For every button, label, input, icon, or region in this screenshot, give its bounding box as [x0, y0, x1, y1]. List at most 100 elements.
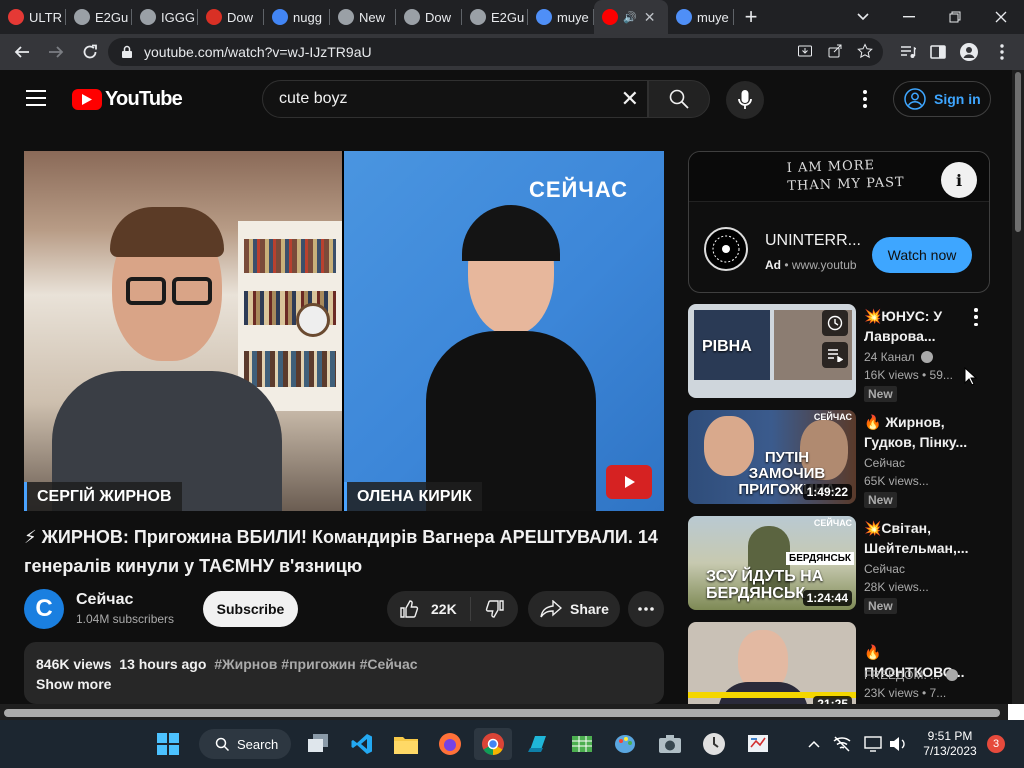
related-channel[interactable]: Сейчас: [864, 456, 905, 470]
related-title[interactable]: 💥Світан, Шейтельман,...: [864, 518, 969, 558]
minimize-button[interactable]: [886, 0, 932, 34]
video-player[interactable]: СЕРГІЙ ЖИРНОВ СЕЙЧАС ОЛЕНА КИРИК: [24, 151, 664, 511]
thumbnail-tag: БЕРДЯНСЬК: [786, 552, 854, 565]
reload-button[interactable]: [74, 36, 106, 68]
more-actions-button[interactable]: [628, 591, 664, 627]
browser-tab[interactable]: muye: [668, 0, 734, 34]
firefox-icon[interactable]: [434, 728, 466, 760]
related-video[interactable]: ПУТІН ЗАМОЧИВ ПРИГОЖИНА СЕЙЧАС 1:49:22 🔥…: [688, 410, 988, 508]
related-video[interactable]: 21:25 🔥 ПИОНТКОВС... FREEДOM. ... 23K vi…: [688, 622, 988, 704]
task-view-icon[interactable]: [302, 728, 334, 760]
share-page-icon[interactable]: [827, 43, 843, 59]
voice-search-button[interactable]: [726, 81, 764, 119]
search-button[interactable]: [648, 80, 710, 118]
subscribe-button[interactable]: Subscribe: [203, 591, 298, 627]
vertical-scrollbar[interactable]: [1012, 70, 1024, 704]
show-more-button[interactable]: Show more: [36, 674, 652, 694]
browser-tab[interactable]: ULTR: [0, 0, 66, 34]
install-icon[interactable]: [797, 43, 813, 59]
related-thumbnail[interactable]: РІВНА: [688, 304, 856, 398]
related-title[interactable]: 🔥 Жирнов, Гудков, Пінку...: [864, 412, 968, 452]
volume-icon[interactable]: [882, 728, 914, 760]
related-video[interactable]: БЕРДЯНСЬК ЗСУ ЙДУТЬ НА БЕРДЯНСЬК СЕЙЧАС …: [688, 516, 988, 614]
hashtags[interactable]: #Жирнов #пригожин #Сейчас: [214, 656, 417, 672]
browser-tab[interactable]: E2Gu: [66, 0, 132, 34]
camera-icon[interactable]: [654, 728, 686, 760]
chrome-icon[interactable]: [474, 728, 512, 760]
close-window-button[interactable]: [978, 0, 1024, 34]
chrome-menu-icon[interactable]: [986, 36, 1018, 68]
forward-button[interactable]: [40, 36, 72, 68]
globe-icon: [74, 9, 90, 25]
bookmark-star-icon[interactable]: [857, 43, 873, 59]
audio-playing-icon[interactable]: 🔊: [623, 11, 637, 24]
dislike-button[interactable]: [471, 599, 518, 619]
browser-tab[interactable]: New: [330, 0, 396, 34]
related-menu-icon[interactable]: [972, 308, 980, 326]
ad-info-icon[interactable]: i: [941, 162, 977, 198]
app-icon[interactable]: [522, 728, 554, 760]
related-video[interactable]: РІВНА 💥ЮНУС: У Лаврова... 24 Канал 16K v…: [688, 304, 988, 402]
search-input[interactable]: cute boyz ✕: [262, 80, 648, 118]
horizontal-scrollbar[interactable]: [0, 704, 1012, 720]
browser-tab[interactable]: 🔊 ✕: [594, 0, 668, 34]
tab-label: muye: [557, 9, 589, 25]
advertiser-name[interactable]: UNINTERR...: [765, 232, 861, 250]
browser-tab[interactable]: E2Gu: [462, 0, 528, 34]
add-to-queue-icon[interactable]: [822, 342, 848, 368]
video-left-panel: СЕРГІЙ ЖИРНОВ: [24, 151, 342, 511]
restore-button[interactable]: [932, 0, 978, 34]
clear-search-icon[interactable]: ✕: [621, 88, 639, 110]
watch-now-button[interactable]: Watch now: [872, 237, 972, 273]
related-title[interactable]: 💥ЮНУС: У Лаврова...: [864, 306, 968, 346]
description-box[interactable]: 846K views 13 hours ago #Жирнов #пригожи…: [24, 642, 664, 704]
close-tab-icon[interactable]: ✕: [644, 9, 656, 26]
lock-icon[interactable]: [120, 45, 134, 59]
browser-tab[interactable]: IGGG: [132, 0, 198, 34]
related-thumbnail[interactable]: 21:25: [688, 622, 856, 704]
horizontal-scroll-thumb[interactable]: [4, 709, 1000, 717]
advertiser-logo[interactable]: [704, 227, 748, 271]
share-icon: [540, 600, 562, 618]
settings-kebab-icon[interactable]: [855, 88, 875, 110]
related-channel[interactable]: FREEДOM. ...: [864, 668, 959, 682]
sign-in-button[interactable]: Sign in: [893, 81, 991, 117]
menu-icon[interactable]: [26, 90, 46, 106]
taskbar-search[interactable]: Search: [199, 729, 291, 759]
side-panel-icon[interactable]: [922, 36, 954, 68]
network-status-icon[interactable]: [826, 728, 858, 760]
channel-name[interactable]: Сейчас: [76, 591, 133, 609]
share-button[interactable]: Share: [528, 591, 620, 627]
youtube-logo[interactable]: YouTube: [72, 88, 183, 111]
watch-later-icon[interactable]: [822, 310, 848, 336]
profile-icon[interactable]: [953, 36, 985, 68]
windows-start-icon[interactable]: [152, 728, 184, 760]
tab-search-icon[interactable]: [840, 0, 886, 34]
back-button[interactable]: [6, 36, 38, 68]
subscribe-overlay-icon[interactable]: [606, 465, 652, 499]
media-controls-icon[interactable]: [892, 36, 924, 68]
like-button[interactable]: 22K: [387, 597, 471, 621]
address-bar[interactable]: youtube.com/watch?v=wJ-IJzTR9aU: [108, 38, 883, 66]
related-thumbnail[interactable]: БЕРДЯНСЬК ЗСУ ЙДУТЬ НА БЕРДЯНСЬК СЕЙЧАС …: [688, 516, 856, 610]
ad-banner[interactable]: I AM MORE THAN MY PAST i: [689, 152, 989, 202]
clock-app-icon[interactable]: [698, 728, 730, 760]
browser-tab[interactable]: nugg: [264, 0, 330, 34]
channel-avatar[interactable]: C: [24, 589, 64, 629]
related-channel[interactable]: Сейчас: [864, 562, 905, 576]
vscode-icon[interactable]: [346, 728, 378, 760]
system-clock[interactable]: 9:51 PM 7/13/2023: [914, 729, 986, 759]
browser-tab[interactable]: Dow: [198, 0, 264, 34]
paint-icon[interactable]: [610, 728, 642, 760]
related-thumbnail[interactable]: ПУТІН ЗАМОЧИВ ПРИГОЖИНА СЕЙЧАС 1:49:22: [688, 410, 856, 504]
whiteboard-icon[interactable]: [742, 728, 774, 760]
browser-tab[interactable]: muye: [528, 0, 594, 34]
spreadsheet-icon[interactable]: [566, 728, 598, 760]
notification-badge[interactable]: 3: [987, 735, 1005, 753]
related-channel[interactable]: 24 Канал: [864, 350, 933, 364]
vertical-scroll-thumb[interactable]: [1015, 72, 1021, 232]
new-badge: New: [864, 386, 897, 402]
file-explorer-icon[interactable]: [390, 728, 422, 760]
new-tab-button[interactable]: +: [734, 0, 768, 34]
browser-tab[interactable]: Dow: [396, 0, 462, 34]
